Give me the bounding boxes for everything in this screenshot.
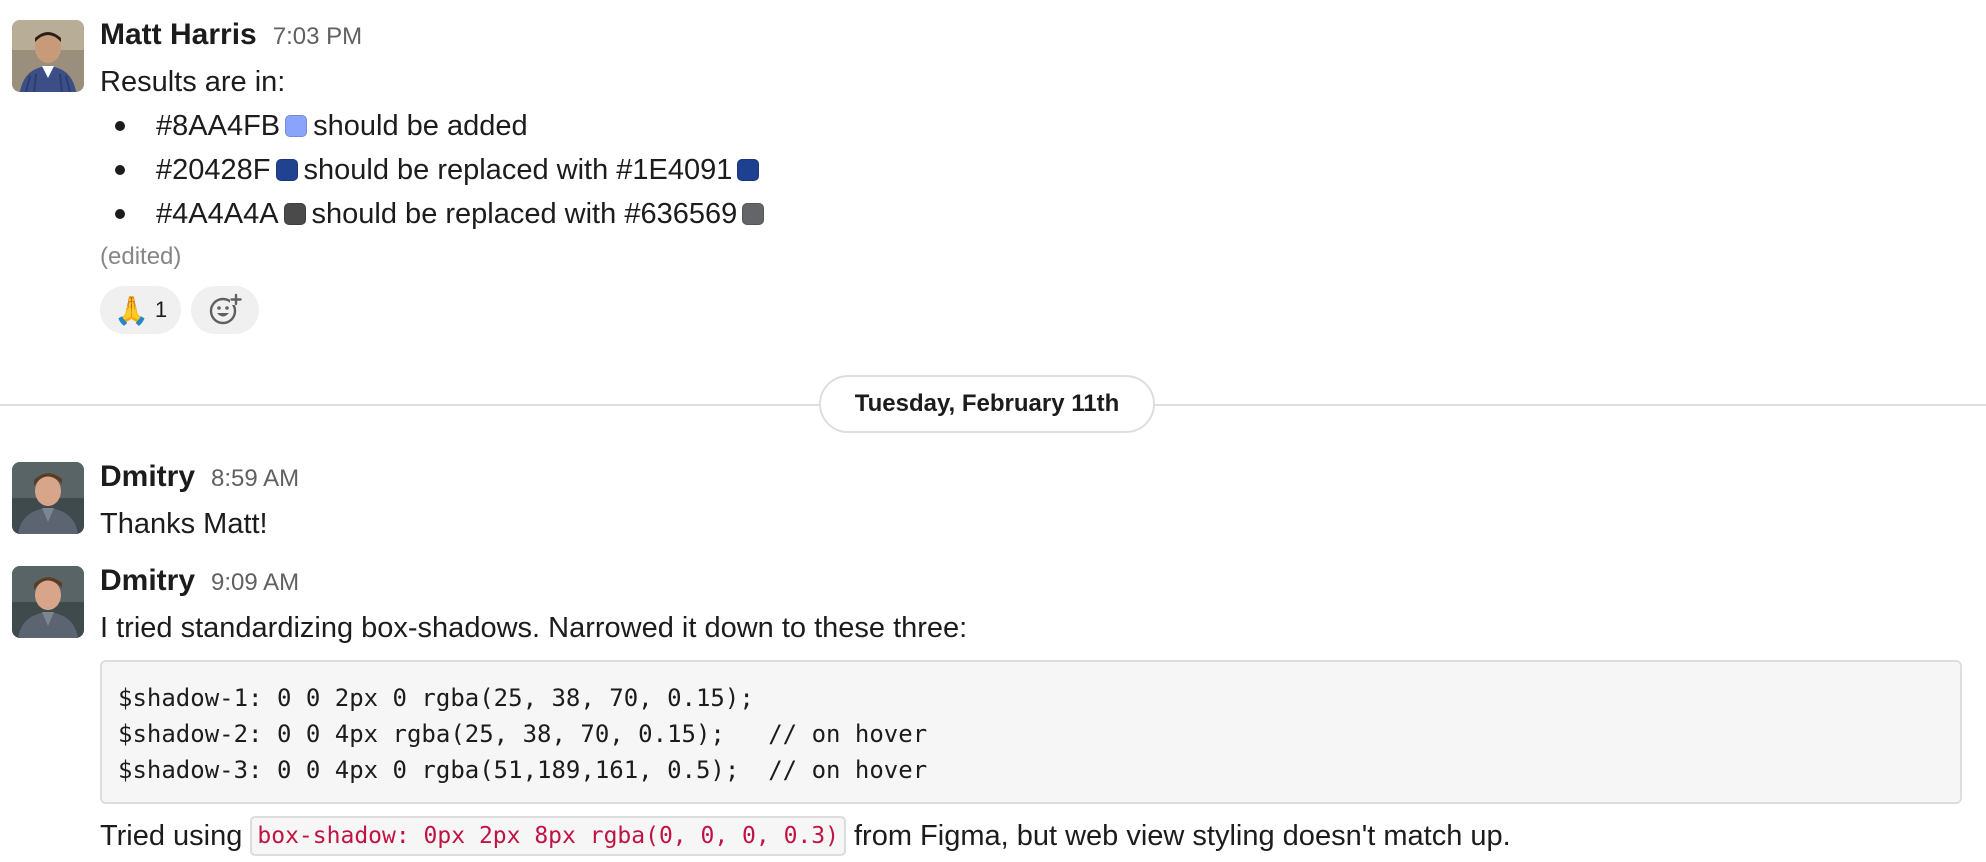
color-code: #20428F <box>156 154 271 186</box>
inline-code: box-shadow: 0px 2px 8px rgba(0, 0, 0, 0.… <box>250 816 846 856</box>
list-item: #20428F should be replaced with #1E4091 <box>115 148 1962 192</box>
add-emoji-icon <box>209 293 243 325</box>
color-swatch <box>275 159 298 181</box>
list-item-text: should be added <box>313 110 528 142</box>
message-header: Matt Harris 7:03 PM <box>100 18 1962 56</box>
color-swatch <box>283 203 306 225</box>
avatar-dmitry[interactable] <box>12 566 84 638</box>
color-code: #636569 <box>624 198 738 230</box>
color-code: #4A4A4A <box>156 198 279 230</box>
timestamp[interactable]: 8:59 AM <box>211 465 299 493</box>
code-line: $shadow-3: 0 0 4px 0 rgba(51,189,161, 0.… <box>118 756 928 784</box>
list-item: #4A4A4A should be replaced with #636569 <box>115 192 1962 236</box>
reaction-pill[interactable]: 🙏 1 <box>100 286 182 334</box>
sender-name[interactable]: Matt Harris <box>100 18 257 52</box>
list-item: #8AA4FB should be added <box>115 104 1962 148</box>
color-swatch <box>742 203 765 225</box>
message-content: Dmitry 8:59 AM Thanks Matt! <box>100 460 1962 546</box>
code-line: $shadow-2: 0 0 4px rgba(25, 38, 70, 0.15… <box>118 720 928 748</box>
sender-name[interactable]: Dmitry <box>100 564 195 598</box>
message-header: Dmitry 8:59 AM <box>100 460 1962 498</box>
reaction-bar: 🙏 1 <box>100 286 1962 334</box>
avatar-image <box>12 20 84 92</box>
code-line: $shadow-1: 0 0 2px 0 rgba(25, 38, 70, 0.… <box>118 684 754 712</box>
color-code: #1E4091 <box>616 154 733 186</box>
color-code: #8AA4FB <box>156 110 281 142</box>
edited-label: (edited) <box>100 243 182 270</box>
message-content: Dmitry 9:09 AM I tried standardizing box… <box>100 564 1962 858</box>
code-block[interactable]: $shadow-1: 0 0 2px 0 rgba(25, 38, 70, 0.… <box>100 660 1962 804</box>
sender-name[interactable]: Dmitry <box>100 460 195 494</box>
message-content: Matt Harris 7:03 PM Results are in: #8AA… <box>100 18 1962 334</box>
followup-text: Tried using <box>100 820 243 852</box>
message-text: Tried using box-shadow: 0px 2px 8px rgba… <box>100 814 1962 858</box>
reaction-count: 1 <box>154 297 168 322</box>
bullet-list: #8AA4FB should be added #20428F should b… <box>100 104 1962 236</box>
color-swatch <box>285 115 308 137</box>
avatar-image <box>12 462 84 534</box>
timestamp[interactable]: 7:03 PM <box>273 23 362 51</box>
list-item-text: should be replaced with <box>311 198 617 230</box>
message-text: I tried standardizing box-shadows. Narro… <box>100 612 968 644</box>
praying-hands-icon: 🙏 <box>114 294 149 326</box>
message-text: Thanks Matt! <box>100 508 268 540</box>
avatar-matt-harris[interactable] <box>12 20 84 92</box>
followup-text: from Figma, but web view styling doesn't… <box>853 820 1511 852</box>
timestamp[interactable]: 9:09 AM <box>211 569 299 597</box>
message-header: Dmitry 9:09 AM <box>100 564 1962 602</box>
avatar-image <box>12 566 84 638</box>
add-reaction-button[interactable] <box>191 286 260 334</box>
avatar-dmitry[interactable] <box>12 462 84 534</box>
list-item-text: should be replaced with <box>303 154 609 186</box>
color-swatch <box>737 159 760 181</box>
message-text: Results are in: <box>100 66 286 98</box>
date-divider[interactable]: Tuesday, February 11th <box>819 375 1155 433</box>
